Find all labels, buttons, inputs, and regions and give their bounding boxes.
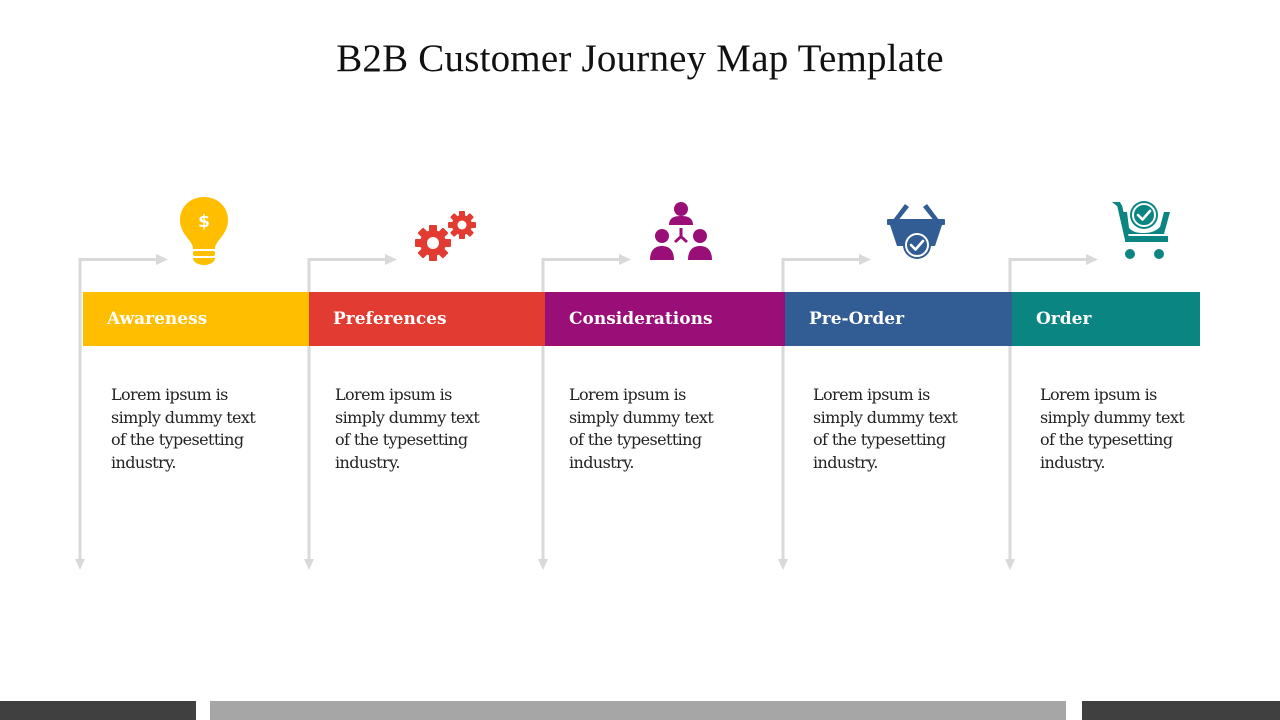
stage-description: Lorem ipsum is simply dummy text of the … bbox=[569, 385, 714, 473]
connector-down-arrowhead bbox=[778, 559, 788, 570]
stage-description: Lorem ipsum is simply dummy text of the … bbox=[1040, 385, 1185, 473]
stage-bar-considerations: Considerations bbox=[545, 292, 785, 346]
connector-right-arrowhead bbox=[1086, 254, 1098, 265]
footer-bar-right bbox=[1082, 701, 1280, 720]
connector-down-arrowhead bbox=[538, 559, 548, 570]
stage-bar-order: Order bbox=[1012, 292, 1200, 346]
connector-right-arrowhead bbox=[859, 254, 871, 265]
gears-icon bbox=[415, 210, 481, 268]
footer-bar-center bbox=[210, 701, 1066, 720]
stage-description: Lorem ipsum is simply dummy text of the … bbox=[111, 385, 256, 473]
footer-bar-left bbox=[0, 701, 196, 720]
connectors bbox=[75, 254, 1098, 570]
stage-description: Lorem ipsum is simply dummy text of the … bbox=[335, 385, 480, 473]
stage-label: Preferences bbox=[333, 309, 447, 329]
basket-check-icon bbox=[887, 202, 945, 264]
stage-bar-awareness: Awareness bbox=[83, 292, 309, 346]
stage-label: Considerations bbox=[569, 309, 713, 329]
stage-label: Pre-Order bbox=[809, 309, 905, 329]
svg-text:$: $ bbox=[198, 212, 210, 232]
connector-down-arrowhead bbox=[304, 559, 314, 570]
stage-label: Order bbox=[1036, 309, 1092, 329]
connector-down-arrowhead bbox=[1005, 559, 1015, 570]
connector-down-arrowhead bbox=[75, 559, 85, 570]
connector-right-arrowhead bbox=[385, 254, 397, 265]
stage-bar-preferences: Preferences bbox=[309, 292, 545, 346]
team-hierarchy-icon bbox=[650, 200, 712, 266]
stage-label: Awareness bbox=[107, 309, 208, 329]
cart-check-icon bbox=[1111, 198, 1171, 264]
lightbulb-dollar-icon: $ bbox=[179, 196, 229, 270]
connector-right-arrowhead bbox=[619, 254, 631, 265]
connector-right-arrowhead bbox=[156, 254, 168, 265]
stage-description: Lorem ipsum is simply dummy text of the … bbox=[813, 385, 958, 473]
stage-bar-pre-order: Pre-Order bbox=[785, 292, 1012, 346]
